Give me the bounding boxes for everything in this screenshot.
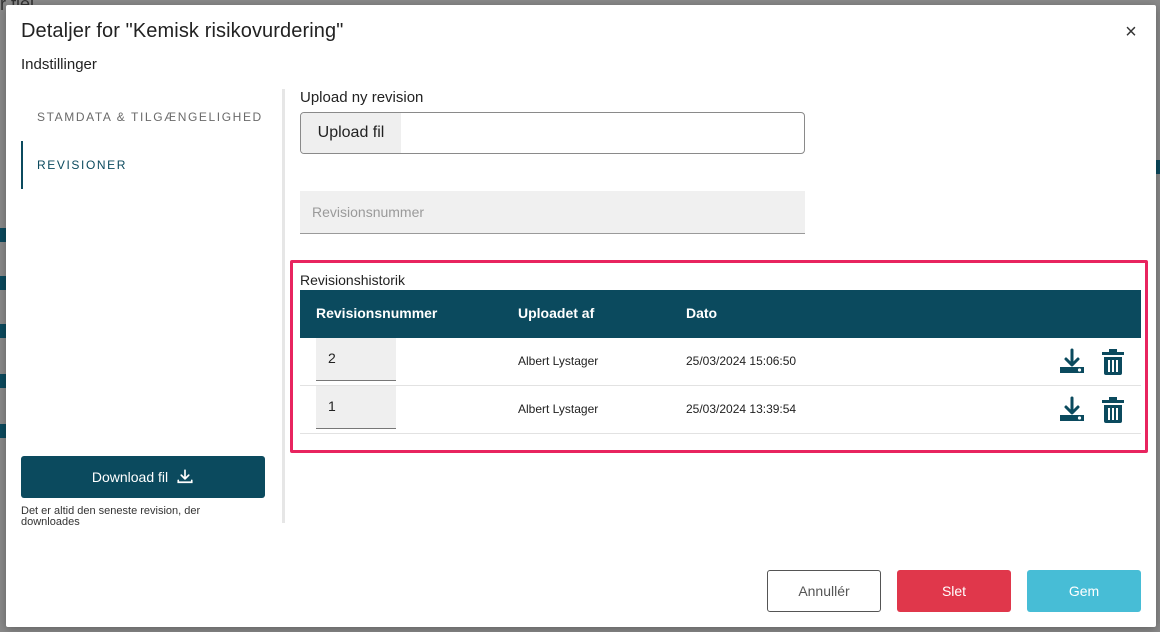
download-file-button[interactable]: Download fil xyxy=(21,456,265,498)
upload-file-button[interactable]: Upload fil xyxy=(301,113,401,153)
close-button[interactable]: × xyxy=(1122,21,1140,43)
download-file-label: Download fil xyxy=(91,469,169,485)
dialog-title: Detaljer for "Kemisk risikovurdering" xyxy=(21,20,344,42)
date-cell: 25/03/2024 15:06:50 xyxy=(686,354,797,368)
table-header: Revisionsnummer Uploadet af Dato xyxy=(300,290,1141,338)
close-icon: × xyxy=(1125,21,1137,43)
save-button[interactable]: Gem xyxy=(1027,570,1141,612)
trash-icon[interactable] xyxy=(1102,397,1124,423)
download-icon[interactable] xyxy=(1058,396,1086,424)
nav-item-stamdata[interactable]: STAMDATA & TILGÆNGELIGHED xyxy=(21,93,271,141)
vertical-divider xyxy=(282,89,285,523)
revision-history-label: Revisionshistorik xyxy=(300,272,406,288)
upload-label: Upload ny revision xyxy=(300,89,424,106)
revision-number-cell[interactable]: 2 xyxy=(316,338,396,381)
cancel-button[interactable]: Annullér xyxy=(767,570,881,612)
nav-item-label: STAMDATA & TILGÆNGELIGHED xyxy=(37,110,263,124)
download-icon xyxy=(177,469,193,484)
column-header-date: Dato xyxy=(686,305,718,321)
nav-item-revisioner[interactable]: REVISIONER xyxy=(21,141,271,189)
column-header-uploaded-by: Uploadet af xyxy=(518,305,595,321)
nav-item-label: REVISIONER xyxy=(37,158,128,172)
settings-nav: STAMDATA & TILGÆNGELIGHED REVISIONER xyxy=(21,93,271,189)
uploaded-by-cell: Albert Lystager xyxy=(518,402,599,416)
table-row: 2 Albert Lystager 25/03/2024 15:06:50 xyxy=(300,338,1141,386)
download-note: Det er altid den seneste revision, der d… xyxy=(21,505,201,528)
download-icon[interactable] xyxy=(1058,348,1086,376)
upload-file-field[interactable]: Upload fil xyxy=(300,112,805,154)
table-row: 1 Albert Lystager 25/03/2024 13:39:54 xyxy=(300,386,1141,434)
revision-history-table: Revisionsnummer Uploadet af Dato 2 Alber… xyxy=(300,290,1141,434)
dialog-subtitle: Indstillinger xyxy=(21,56,97,73)
revision-number-input[interactable] xyxy=(300,191,805,234)
column-header-revision: Revisionsnummer xyxy=(316,305,438,321)
revision-number-cell[interactable]: 1 xyxy=(316,386,396,429)
delete-button[interactable]: Slet xyxy=(897,570,1011,612)
trash-icon[interactable] xyxy=(1102,349,1124,375)
date-cell: 25/03/2024 13:39:54 xyxy=(686,402,797,416)
details-dialog: Detaljer for "Kemisk risikovurdering" × … xyxy=(6,5,1156,627)
uploaded-by-cell: Albert Lystager xyxy=(518,354,599,368)
